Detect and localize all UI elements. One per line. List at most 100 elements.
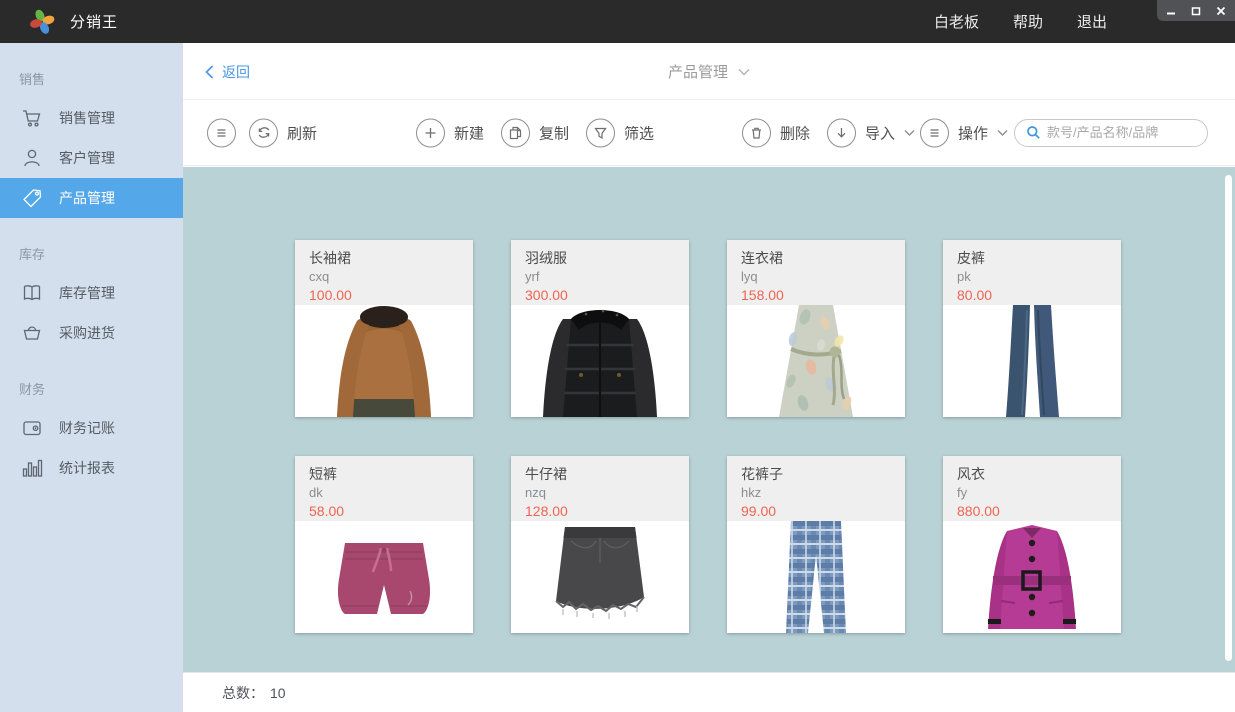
app-logo-pinwheel-icon: [29, 8, 56, 35]
product-grid-area: 长袖裙 cxq 100.00 羽绒服: [183, 167, 1235, 672]
sidebar-section-finance: 财务: [19, 379, 183, 398]
maximize-icon[interactable]: [1190, 5, 1202, 17]
product-price: 128.00: [525, 502, 675, 520]
sidebar-item-label: 统计报表: [59, 458, 115, 478]
delete-button[interactable]: 删除: [742, 118, 810, 147]
product-card[interactable]: 皮裤 pk 80.00: [943, 240, 1121, 417]
product-price: 158.00: [741, 286, 891, 304]
page-title-dropdown[interactable]: 产品管理: [183, 43, 1235, 100]
actions-button[interactable]: 操作: [920, 118, 1008, 147]
product-code: fy: [957, 484, 1107, 502]
sidebar-item-bookkeeping[interactable]: 财务记账: [0, 408, 183, 448]
sidebar-item-label: 客户管理: [59, 148, 115, 168]
product-code: hkz: [741, 484, 891, 502]
sidebar-section-inventory: 库存: [19, 244, 183, 263]
cart-icon: [19, 105, 45, 131]
product-price: 58.00: [309, 502, 459, 520]
product-card[interactable]: 长袖裙 cxq 100.00: [295, 240, 473, 417]
product-code: pk: [957, 268, 1107, 286]
sidebar-item-reports[interactable]: 统计报表: [0, 448, 183, 488]
sidebar-item-purchasing[interactable]: 采购进货: [0, 313, 183, 353]
copy-icon: [501, 118, 530, 147]
total-label: 总数：: [222, 683, 264, 703]
actions-menu-icon: [920, 118, 949, 147]
product-image-floral-dress: [727, 305, 905, 417]
tag-icon: [19, 185, 45, 211]
product-card[interactable]: 花裤子 hkz 99.00: [727, 456, 905, 633]
refresh-icon: [249, 118, 278, 147]
product-image-camel-long-sleeve-top: [295, 305, 473, 417]
search-box: [1014, 119, 1208, 147]
product-card[interactable]: 牛仔裙 nzq 128.00: [511, 456, 689, 633]
close-icon[interactable]: [1215, 5, 1227, 17]
product-name: 长袖裙: [309, 249, 459, 268]
product-name: 连衣裙: [741, 249, 891, 268]
product-card[interactable]: 风衣 fy 880.00: [943, 456, 1121, 633]
copy-button[interactable]: 复制: [501, 118, 569, 147]
chevron-down-icon: [738, 68, 750, 76]
page-header: 返回 产品管理: [183, 43, 1235, 100]
product-card[interactable]: 羽绒服 yrf 300.00: [511, 240, 689, 417]
product-code: yrf: [525, 268, 675, 286]
footer-bar: 总数： 10: [183, 672, 1235, 712]
main-area: 返回 产品管理 刷新 新建: [183, 43, 1235, 712]
filter-button[interactable]: 筛选: [586, 118, 654, 147]
sidebar-item-label: 销售管理: [59, 108, 115, 128]
total-value: 10: [270, 685, 286, 701]
product-name: 牛仔裙: [525, 465, 675, 484]
user-icon: [19, 145, 45, 171]
sidebar-section-sales: 销售: [19, 69, 183, 88]
product-name: 皮裤: [957, 249, 1107, 268]
bar-chart-icon: [19, 455, 45, 481]
plus-icon: [416, 118, 445, 147]
new-button[interactable]: 新建: [416, 118, 484, 147]
help-menu[interactable]: 帮助: [1013, 11, 1043, 32]
user-menu[interactable]: 白老板: [934, 11, 979, 32]
wallet-icon: [19, 415, 45, 441]
sidebar-item-label: 产品管理: [59, 188, 115, 208]
filter-icon: [586, 118, 615, 147]
filter-label: 筛选: [624, 122, 654, 143]
titlebar: 分销王 白老板 帮助 退出: [0, 0, 1235, 43]
product-code: lyq: [741, 268, 891, 286]
trash-icon: [742, 118, 771, 147]
product-image-blue-leather-pants: [943, 305, 1121, 417]
sidebar-item-label: 财务记账: [59, 418, 115, 438]
product-price: 300.00: [525, 286, 675, 304]
titlebar-menu: 白老板 帮助 退出: [934, 0, 1107, 43]
search-input[interactable]: [1047, 125, 1196, 140]
book-icon: [19, 280, 45, 306]
sidebar: 销售 销售管理 客户管理 产品管理 库存 库存管: [0, 43, 183, 712]
product-image-magenta-trench-coat: [943, 521, 1121, 633]
product-code: dk: [309, 484, 459, 502]
minimize-icon[interactable]: [1165, 5, 1177, 17]
sidebar-item-inventory-mgmt[interactable]: 库存管理: [0, 273, 183, 313]
vertical-scrollbar-thumb[interactable]: [1225, 175, 1232, 661]
toolbar: 刷新 新建 复制 筛选: [183, 100, 1235, 166]
product-image-denim-skirt: [511, 521, 689, 633]
product-image-plaid-pants: [727, 521, 905, 633]
logout-menu[interactable]: 退出: [1077, 11, 1107, 32]
refresh-button[interactable]: 刷新: [249, 118, 317, 147]
product-code: cxq: [309, 268, 459, 286]
basket-icon: [19, 320, 45, 346]
refresh-label: 刷新: [287, 122, 317, 143]
product-image-magenta-shorts: [295, 521, 473, 633]
product-card[interactable]: 连衣裙 lyq 158.00: [727, 240, 905, 417]
product-price: 880.00: [957, 502, 1107, 520]
sidebar-item-product-mgmt[interactable]: 产品管理: [0, 178, 183, 218]
product-cards: 长袖裙 cxq 100.00 羽绒服: [295, 240, 1121, 633]
actions-label: 操作: [958, 122, 988, 143]
import-button[interactable]: 导入: [827, 118, 915, 147]
product-price: 100.00: [309, 286, 459, 304]
product-card[interactable]: 短裤 dk 58.00: [295, 456, 473, 633]
list-menu-button[interactable]: [207, 118, 236, 147]
product-name: 风衣: [957, 465, 1107, 484]
sidebar-item-sales-mgmt[interactable]: 销售管理: [0, 98, 183, 138]
new-label: 新建: [454, 122, 484, 143]
product-image-black-puffer-jacket: [511, 305, 689, 417]
delete-label: 删除: [780, 122, 810, 143]
search-icon: [1026, 125, 1041, 140]
sidebar-item-customer-mgmt[interactable]: 客户管理: [0, 138, 183, 178]
menu-icon: [207, 118, 236, 147]
